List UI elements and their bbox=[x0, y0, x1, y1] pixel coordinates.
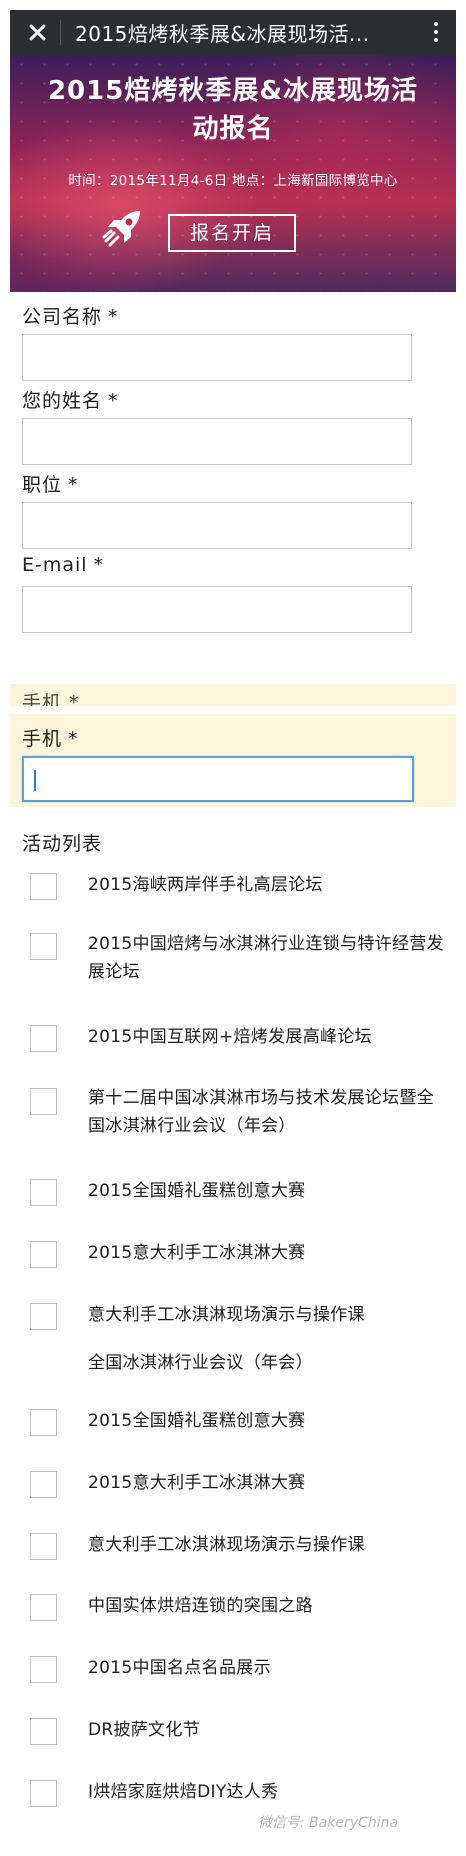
banner-title-line-1: 2015焙烤秋季展&冰展现场活 bbox=[47, 76, 419, 106]
your-name-input[interactable] bbox=[22, 418, 412, 465]
activity-label: I烘焙家庭烘焙DIY达人秀 bbox=[88, 1782, 279, 1802]
activity-label: 第十二届中国冰淇淋市场与技术发展论坛暨全国冰淇淋行业会议（年会） bbox=[88, 1088, 434, 1136]
activity-checkbox[interactable] bbox=[30, 873, 57, 900]
activity-checkbox[interactable] bbox=[30, 1780, 57, 1807]
activity-checkbox[interactable] bbox=[30, 1718, 57, 1745]
phone-label: 手机 * bbox=[22, 728, 79, 750]
activity-label: 中国实体烘焙连锁的突围之路 bbox=[88, 1596, 313, 1616]
top-bar: 2015焙烤秋季展&冰展现场活... bbox=[10, 10, 456, 55]
event-banner: 2015焙烤秋季展&冰展现场活 动报名 时间：2015年11月4-6日 地点：上… bbox=[10, 55, 456, 292]
phone-screen: 2015焙烤秋季展&冰展现场活... 2015焙烤秋季展&冰展现场活 动报名 时… bbox=[10, 10, 456, 1846]
phone-input[interactable] bbox=[22, 756, 414, 802]
company-name-input[interactable] bbox=[22, 334, 412, 381]
activity-label: 全国冰淇淋行业会议（年会） bbox=[88, 1353, 313, 1373]
rocket-icon bbox=[102, 211, 140, 247]
banner-title-line-2: 动报名 bbox=[192, 114, 274, 144]
activity-checkbox[interactable] bbox=[30, 1241, 57, 1268]
your-name-label: 您的姓名 * bbox=[22, 390, 119, 412]
position-label: 职位 * bbox=[22, 474, 79, 496]
activity-label: 2015意大利手工冰淇淋大赛 bbox=[88, 1473, 306, 1493]
activity-label: 2015海峡两岸伴手礼高层论坛 bbox=[88, 875, 323, 895]
wechat-watermark: 微信号: BakeryChina bbox=[258, 1815, 399, 1831]
position-input[interactable] bbox=[22, 502, 412, 549]
activity-list-label: 活动列表 bbox=[22, 833, 103, 855]
text-caret bbox=[34, 770, 36, 791]
activity-checkbox[interactable] bbox=[30, 1303, 57, 1330]
banner-info: 时间：2015年11月4-6日 地点：上海新国际博览中心 bbox=[68, 173, 398, 189]
activity-label: DR披萨文化节 bbox=[88, 1720, 201, 1740]
activity-label: 意大利手工冰淇淋现场演示与操作课 bbox=[88, 1305, 365, 1325]
page: 2015焙烤秋季展&冰展现场活... 2015焙烤秋季展&冰展现场活 动报名 时… bbox=[0, 0, 466, 1856]
company-name-label: 公司名称 * bbox=[22, 306, 119, 328]
activity-checkbox[interactable] bbox=[30, 933, 57, 960]
activity-label: 意大利手工冰淇淋现场演示与操作课 bbox=[88, 1535, 365, 1555]
phone-label-ghost: 手机 * bbox=[22, 692, 80, 706]
activity-checkbox[interactable] bbox=[30, 1409, 57, 1436]
activity-label: 2015全国婚礼蛋糕创意大赛 bbox=[88, 1411, 306, 1431]
activity-checkbox[interactable] bbox=[30, 1025, 57, 1052]
banner-title: 2015焙烤秋季展&冰展现场活 动报名 bbox=[10, 72, 456, 148]
phone-label-ghost-strip: 手机 * bbox=[10, 684, 456, 706]
activity-checkbox[interactable] bbox=[30, 1088, 57, 1115]
email-input[interactable] bbox=[22, 586, 412, 633]
register-open-button[interactable]: 报名开启 bbox=[168, 214, 296, 252]
activity-checkbox[interactable] bbox=[30, 1656, 57, 1683]
activity-checkbox[interactable] bbox=[30, 1594, 57, 1621]
activity-label: 2015意大利手工冰淇淋大赛 bbox=[88, 1243, 306, 1263]
activity-checkbox[interactable] bbox=[30, 1179, 57, 1206]
more-options-icon[interactable] bbox=[416, 10, 456, 55]
activity-label: 2015中国焙烤与冰淇淋行业连锁与特许经营发展论坛 bbox=[88, 934, 444, 982]
email-label: E-mail * bbox=[22, 554, 105, 576]
activity-label: 2015中国名点名品展示 bbox=[88, 1658, 271, 1678]
activity-label: 2015全国婚礼蛋糕创意大赛 bbox=[88, 1181, 306, 1201]
activity-label: 2015中国互联网+焙烤发展高峰论坛 bbox=[88, 1027, 372, 1047]
phone-field-highlight: 手机 * bbox=[10, 714, 456, 807]
activity-checkbox[interactable] bbox=[30, 1533, 57, 1560]
activity-checkbox[interactable] bbox=[30, 1471, 57, 1498]
page-title: 2015焙烤秋季展&冰展现场活... bbox=[75, 22, 370, 46]
divider bbox=[60, 20, 61, 45]
close-icon[interactable] bbox=[10, 10, 60, 55]
